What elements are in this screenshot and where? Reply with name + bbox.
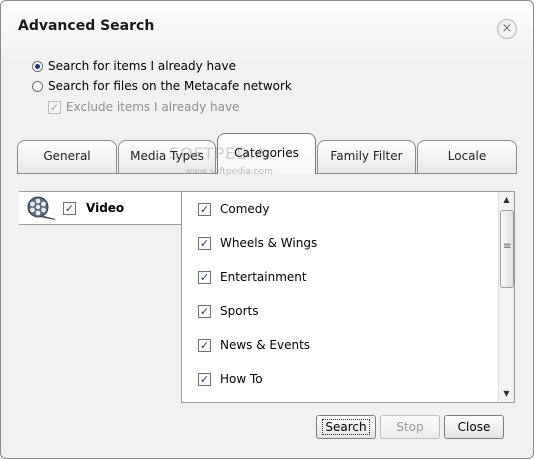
tab-general[interactable]: General: [17, 140, 117, 173]
tab-family-filter[interactable]: Family Filter: [317, 140, 416, 173]
radio-search-network[interactable]: Search for files on the Metacafe network: [32, 78, 292, 94]
radio-search-owned-label: Search for items I already have: [48, 59, 236, 73]
stop-button[interactable]: Stop: [380, 415, 440, 439]
radio-search-owned[interactable]: Search for items I already have: [32, 58, 236, 74]
advanced-search-dialog: Advanced Search × Search for items I alr…: [0, 0, 534, 459]
exclude-label: Exclude items I already have: [66, 100, 240, 114]
tab-locale[interactable]: Locale: [417, 140, 517, 173]
exclude-checkbox[interactable]: ✓ Exclude items I already have: [48, 99, 239, 115]
close-icon[interactable]: ×: [497, 19, 517, 39]
search-button[interactable]: Search: [316, 415, 376, 439]
checkbox-disabled-icon[interactable]: ✓: [48, 100, 61, 114]
radio-unselected-icon[interactable]: [32, 80, 43, 92]
dialog-title: Advanced Search: [18, 18, 155, 34]
radio-search-network-label: Search for files on the Metacafe network: [48, 79, 292, 93]
radio-selected-icon[interactable]: [32, 60, 43, 72]
watermark-url: www.softpedia.com: [185, 167, 273, 177]
search-button-label: Search: [322, 419, 370, 435]
close-button[interactable]: Close: [444, 415, 504, 439]
tab-panel: [17, 173, 517, 405]
